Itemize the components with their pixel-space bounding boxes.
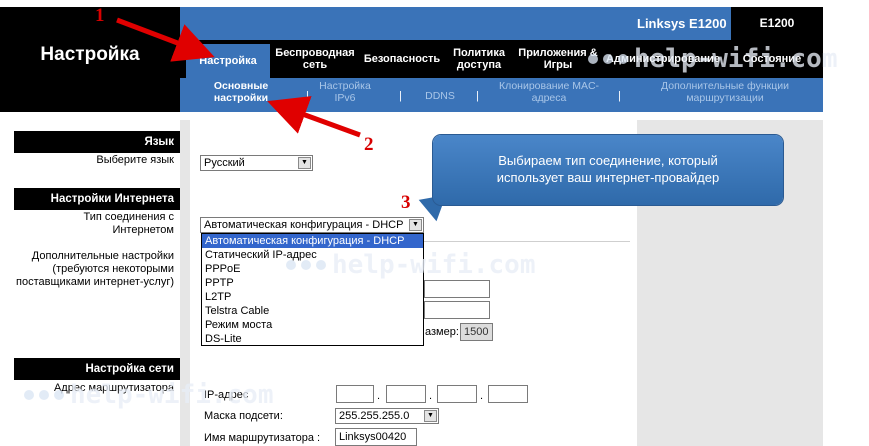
marker-2: 2: [364, 134, 374, 155]
watermark-text: help-wifi.com: [70, 380, 274, 410]
arrow-2: [267, 96, 361, 138]
watermark: help-wifi.com: [588, 44, 838, 74]
arrow-1: [116, 17, 215, 62]
marker-1: 1: [95, 5, 105, 26]
link-icon: [24, 387, 64, 403]
watermark: help-wifi.com: [24, 380, 274, 410]
link-icon: [286, 257, 326, 273]
link-icon: [588, 51, 628, 67]
watermark-text: help-wifi.com: [634, 44, 838, 74]
watermark: help-wifi.com: [286, 250, 536, 280]
marker-3: 3: [401, 192, 411, 213]
watermark-text: help-wifi.com: [332, 250, 536, 280]
